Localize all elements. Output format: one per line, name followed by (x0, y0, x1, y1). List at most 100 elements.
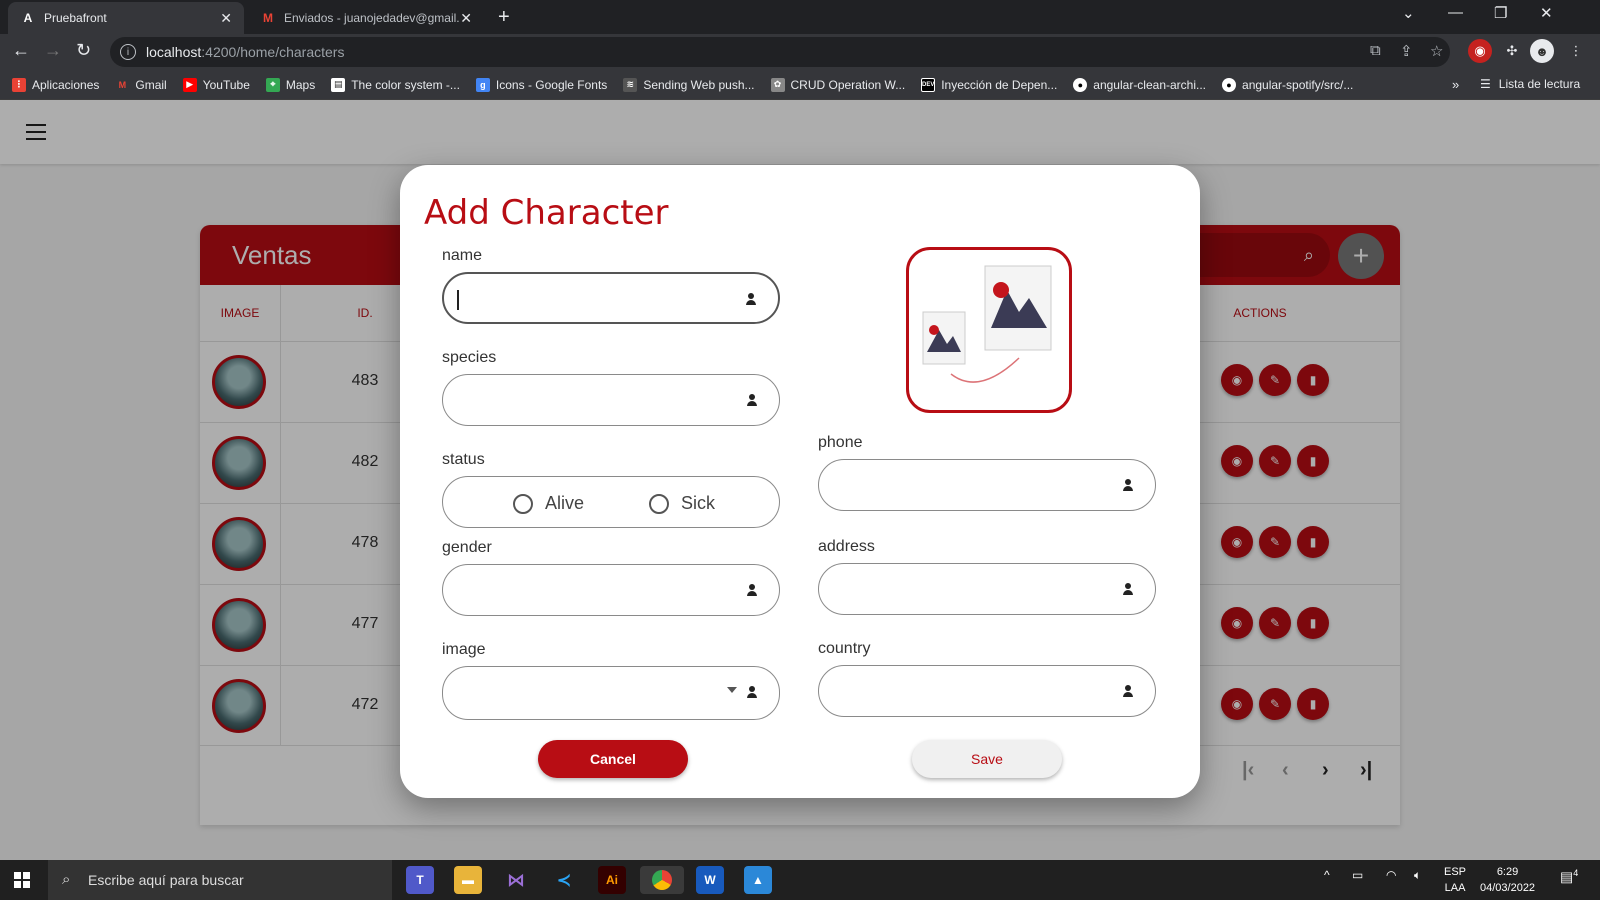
photos-icon[interactable]: ▲ (744, 866, 772, 894)
vscode-icon[interactable]: ≺ (550, 866, 578, 894)
share-icon[interactable]: ⇪ (1400, 42, 1413, 60)
dialog-title: Add Character (424, 193, 669, 233)
name-field[interactable] (442, 272, 780, 324)
translate-icon[interactable]: ⧉ (1370, 42, 1381, 59)
bookmark-angular-clean[interactable]: ● angular-clean-archi... (1073, 77, 1206, 92)
reading-list[interactable]: ☰ Lista de lectura (1480, 77, 1580, 91)
gender-field[interactable] (442, 564, 780, 616)
minimize-icon[interactable]: — (1448, 4, 1463, 21)
extensions-puzzle-icon[interactable]: ✣ (1500, 39, 1524, 63)
close-tab-icon[interactable]: ✕ (220, 10, 232, 27)
tab-gmail[interactable]: M Enviados - juanojedadev@gmail. ✕ (248, 2, 484, 34)
back-icon[interactable]: ← (12, 40, 30, 61)
image-label: image (442, 641, 486, 658)
bookmark-label: Maps (285, 77, 316, 92)
bookmark-label: Gmail (135, 77, 167, 92)
species-field[interactable] (442, 374, 780, 426)
save-button[interactable]: Save (912, 740, 1062, 778)
file-explorer-icon[interactable]: ▬ (454, 866, 482, 894)
forward-icon[interactable]: → (44, 40, 62, 61)
restore-icon[interactable]: ❐ (1494, 4, 1507, 22)
close-tab-icon[interactable]: ✕ (460, 10, 472, 27)
bookmark-label: Sending Web push... (643, 77, 755, 92)
extension-record-icon[interactable]: ◉ (1468, 39, 1492, 63)
bookmark-label: angular-spotify/src/... (1242, 77, 1354, 92)
bookmark-angular-spotify[interactable]: ● angular-spotify/src/... (1222, 77, 1354, 92)
reload-icon[interactable]: ↻ (76, 40, 91, 61)
bookmark-inyeccion[interactable]: DEV Inyección de Depen... (921, 77, 1058, 92)
address-bar[interactable]: i localhost :4200/home/characters (110, 37, 1450, 67)
more-bookmarks-icon[interactable]: » (1452, 77, 1459, 92)
cancel-button[interactable]: Cancel (538, 740, 688, 778)
bookmarks-bar: ⋮ Aplicaciones M Gmail ▶ YouTube ⌖ Maps ▤ The… (0, 70, 1600, 100)
bookmark-star-icon[interactable]: ☆ (1430, 42, 1443, 60)
person-icon (747, 686, 757, 698)
reading-list-label: Lista de lectura (1498, 77, 1581, 91)
browser-toolbar: ← → ↻ i localhost :4200/home/characters … (0, 34, 1600, 70)
windows-start-icon[interactable] (14, 872, 30, 888)
apps-grid-icon: ⋮ (12, 77, 26, 92)
tab-title: Pruebafront (44, 11, 107, 25)
site-info-icon[interactable]: i (120, 44, 136, 60)
web-icon: ≋ (623, 77, 638, 92)
bookmark-color-system[interactable]: ▤ The color system -... (331, 77, 460, 92)
person-icon (1123, 583, 1133, 595)
phone-label: phone (818, 434, 863, 451)
bookmark-maps[interactable]: ⌖ Maps (265, 77, 316, 92)
bookmark-aplicaciones[interactable]: ⋮ Aplicaciones (12, 77, 99, 92)
dropdown-arrow-icon (727, 687, 737, 693)
menu-kebab-icon[interactable]: ⋮ (1564, 39, 1588, 63)
bookmark-crud[interactable]: ✿ CRUD Operation W... (770, 77, 906, 92)
bookmark-label: YouTube (202, 77, 250, 92)
address-field[interactable] (818, 563, 1156, 615)
word-icon[interactable]: W (696, 866, 724, 894)
tray-chevron-icon[interactable]: ^ (1324, 868, 1330, 882)
person-icon (747, 394, 757, 406)
person-icon (1123, 479, 1133, 491)
browser-tab-bar: A Pruebafront ✕ M Enviados - juanojedade… (0, 0, 1600, 34)
bookmark-google-fonts[interactable]: g Icons - Google Fonts (475, 77, 607, 92)
tab-search-icon[interactable]: ⌄ (1402, 4, 1415, 22)
language-indicator[interactable]: ESP LAA (1444, 864, 1466, 896)
text-caret (457, 290, 459, 310)
country-field[interactable] (818, 665, 1156, 717)
volume-icon[interactable]: 🔈︎ (1414, 868, 1421, 883)
phone-field[interactable] (818, 459, 1156, 511)
tab-pruebafront[interactable]: A Pruebafront ✕ (8, 2, 244, 34)
radio-circle-icon (513, 493, 533, 514)
taskbar-clock[interactable]: 6:29 04/03/2022 (1480, 864, 1535, 896)
radio-circle-icon (649, 493, 669, 514)
illustrator-icon[interactable]: Ai (598, 866, 626, 894)
country-label: country (818, 640, 871, 657)
taskbar-search-box[interactable]: ⌕ Escribe aquí para buscar (48, 860, 392, 900)
gender-label: gender (442, 539, 492, 556)
person-icon (746, 293, 756, 305)
visual-studio-icon[interactable]: ⋈ (502, 866, 530, 894)
image-select[interactable] (442, 666, 780, 720)
bookmark-label: CRUD Operation W... (790, 77, 906, 92)
close-window-icon[interactable]: ✕ (1540, 4, 1553, 22)
wifi-icon[interactable]: ◠ (1386, 868, 1396, 882)
gmail-icon: M (263, 11, 273, 25)
bookmark-label: Inyección de Depen... (941, 77, 1058, 92)
profile-avatar-icon[interactable]: ☻ (1530, 39, 1554, 63)
teams-icon[interactable]: T (406, 866, 434, 894)
image-preview[interactable] (906, 247, 1072, 413)
battery-icon[interactable]: ▭ (1352, 868, 1363, 882)
bookmark-gmail[interactable]: M Gmail (115, 77, 167, 92)
doc-icon: ▤ (331, 77, 346, 92)
address-label: address (818, 538, 875, 555)
person-icon (747, 584, 757, 596)
bookmark-web-push[interactable]: ≋ Sending Web push... (623, 77, 755, 92)
bookmark-youtube[interactable]: ▶ YouTube (182, 77, 250, 92)
add-character-dialog: Add Character name species status Alive … (400, 165, 1200, 798)
radio-label: Alive (545, 493, 585, 513)
notifications-icon[interactable]: ▤4 (1560, 868, 1578, 886)
status-sick-radio[interactable]: Sick (649, 493, 715, 514)
chrome-icon[interactable] (640, 866, 684, 894)
new-tab-icon[interactable]: + (498, 6, 510, 29)
status-alive-radio[interactable]: Alive (513, 493, 584, 514)
github-icon: ● (1073, 77, 1088, 92)
radio-label: Sick (681, 493, 716, 513)
language-code: ESP (1444, 866, 1467, 878)
